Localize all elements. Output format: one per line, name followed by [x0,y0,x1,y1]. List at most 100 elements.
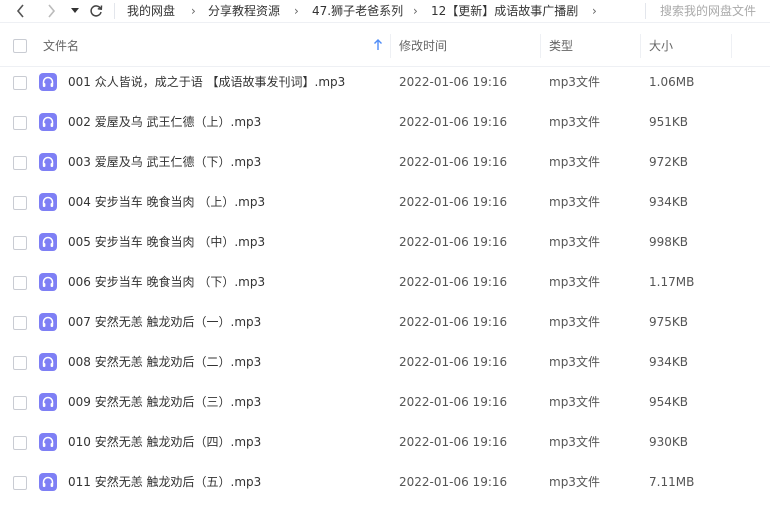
caret-down-icon [71,8,79,13]
file-name[interactable]: 002 爱屋及乌 武王仁德（上）.mp3 [68,102,261,142]
audio-file-icon [39,393,57,411]
column-separator[interactable] [390,34,391,58]
table-row[interactable]: 003 爱屋及乌 武王仁德（下）.mp3 2022-01-06 19:16 mp… [0,142,770,182]
table-row[interactable]: 001 众人皆说，成之于语 【成语故事发刊词】.mp3 2022-01-06 1… [0,62,770,102]
file-modified: 2022-01-06 19:16 [399,315,508,329]
file-name[interactable]: 001 众人皆说，成之于语 【成语故事发刊词】.mp3 [68,62,345,102]
file-name[interactable]: 009 安然无恙 触龙劝后（三）.mp3 [68,382,261,422]
row-checkbox[interactable] [13,276,27,290]
row-checkbox[interactable] [13,76,27,90]
table-row[interactable]: 004 安步当车 晚食当肉 （上）.mp3 2022-01-06 19:16 m… [0,182,770,222]
column-separator[interactable] [640,34,641,58]
headphones-icon [42,316,54,327]
row-checkbox[interactable] [13,396,27,410]
file-type: mp3文件 [549,155,600,169]
select-all-checkbox[interactable] [13,39,27,53]
breadcrumb-item-my-disk[interactable]: 我的网盘 [127,0,175,22]
file-type: mp3文件 [549,315,600,329]
file-name[interactable]: 011 安然无恙 触龙劝后（五）.mp3 [68,462,261,502]
row-checkbox[interactable] [13,356,27,370]
breadcrumb-item-shared-resources[interactable]: 分享教程资源 [208,0,280,22]
file-name[interactable]: 003 爱屋及乌 武王仁德（下）.mp3 [68,142,261,182]
row-checkbox[interactable] [13,436,27,450]
file-table-header: 文件名 修改时间 类型 大小 [0,26,770,67]
file-type: mp3文件 [549,195,600,209]
breadcrumb-separator: › [413,4,418,18]
audio-file-icon [39,233,57,251]
table-row[interactable]: 008 安然无恙 触龙劝后（二）.mp3 2022-01-06 19:16 mp… [0,342,770,382]
file-size: 934KB [649,355,689,369]
row-checkbox[interactable] [13,316,27,330]
table-row[interactable]: 010 安然无恙 触龙劝后（四）.mp3 2022-01-06 19:16 mp… [0,422,770,462]
file-name[interactable]: 007 安然无恙 触龙劝后（一）.mp3 [68,302,261,342]
history-dropdown-button[interactable] [68,0,82,22]
headphones-icon [42,396,54,407]
refresh-icon [90,5,103,17]
column-separator[interactable] [731,34,732,58]
audio-file-icon [39,473,57,491]
file-size: 998KB [649,235,689,249]
file-modified: 2022-01-06 19:16 [399,435,508,449]
audio-file-icon [39,73,57,91]
file-modified: 2022-01-06 19:16 [399,395,508,409]
headphones-icon [42,196,54,207]
column-header-type[interactable]: 类型 [549,26,573,66]
headphones-icon [42,76,54,87]
toolbar-divider [645,3,646,19]
file-type: mp3文件 [549,395,600,409]
file-name[interactable]: 010 安然无恙 触龙劝后（四）.mp3 [68,422,261,462]
breadcrumb-separator: › [592,4,597,18]
file-name[interactable]: 006 安步当车 晚食当肉 （下）.mp3 [68,262,265,302]
file-modified: 2022-01-06 19:16 [399,155,508,169]
file-type: mp3文件 [549,435,600,449]
table-row[interactable]: 011 安然无恙 触龙劝后（五）.mp3 2022-01-06 19:16 mp… [0,462,770,502]
refresh-button[interactable] [87,0,105,22]
row-checkbox[interactable] [13,116,27,130]
file-name[interactable]: 008 安然无恙 触龙劝后（二）.mp3 [68,342,261,382]
table-row[interactable]: 005 安步当车 晚食当肉 （中）.mp3 2022-01-06 19:16 m… [0,222,770,262]
table-row[interactable]: 007 安然无恙 触龙劝后（一）.mp3 2022-01-06 19:16 mp… [0,302,770,342]
file-type: mp3文件 [549,275,600,289]
column-header-size[interactable]: 大小 [649,26,673,66]
file-name[interactable]: 004 安步当车 晚食当肉 （上）.mp3 [68,182,265,222]
headphones-icon [42,156,54,167]
audio-file-icon [39,313,57,331]
headphones-icon [42,476,54,487]
headphones-icon [42,116,54,127]
file-size: 1.06MB [649,75,695,89]
toolbar: 我的网盘 › 分享教程资源 › 47.狮子老爸系列 › 12【更新】成语故事广播… [0,0,770,23]
row-checkbox[interactable] [13,196,27,210]
file-size: 934KB [649,195,689,209]
row-checkbox[interactable] [13,156,27,170]
table-row[interactable]: 002 爱屋及乌 武王仁德（上）.mp3 2022-01-06 19:16 mp… [0,102,770,142]
breadcrumb-item-series[interactable]: 47.狮子老爸系列 [312,0,403,22]
file-name[interactable]: 005 安步当车 晚食当肉 （中）.mp3 [68,222,265,262]
file-size: 954KB [649,395,689,409]
column-header-modified[interactable]: 修改时间 [399,26,447,66]
column-separator[interactable] [540,34,541,58]
file-modified: 2022-01-06 19:16 [399,75,508,89]
toolbar-divider [114,3,115,19]
search-input[interactable]: 搜索我的网盘文件 [660,0,756,22]
row-checkbox[interactable] [13,476,27,490]
column-header-name[interactable]: 文件名 [43,26,79,66]
file-size: 1.17MB [649,275,695,289]
back-button[interactable] [12,0,30,22]
table-row[interactable]: 009 安然无恙 触龙劝后（三）.mp3 2022-01-06 19:16 mp… [0,382,770,422]
table-row[interactable]: 006 安步当车 晚食当肉 （下）.mp3 2022-01-06 19:16 m… [0,262,770,302]
file-modified: 2022-01-06 19:16 [399,195,508,209]
file-modified: 2022-01-06 19:16 [399,355,508,369]
file-type: mp3文件 [549,475,600,489]
file-modified: 2022-01-06 19:16 [399,275,508,289]
forward-button[interactable] [42,0,60,22]
audio-file-icon [39,193,57,211]
headphones-icon [42,356,54,367]
audio-file-icon [39,153,57,171]
file-type: mp3文件 [549,235,600,249]
breadcrumb-item-current-folder[interactable]: 12【更新】成语故事广播剧 [431,0,578,22]
file-type: mp3文件 [549,75,600,89]
row-checkbox[interactable] [13,236,27,250]
sort-arrow[interactable] [373,38,383,55]
file-size: 7.11MB [649,475,695,489]
file-size: 930KB [649,435,689,449]
